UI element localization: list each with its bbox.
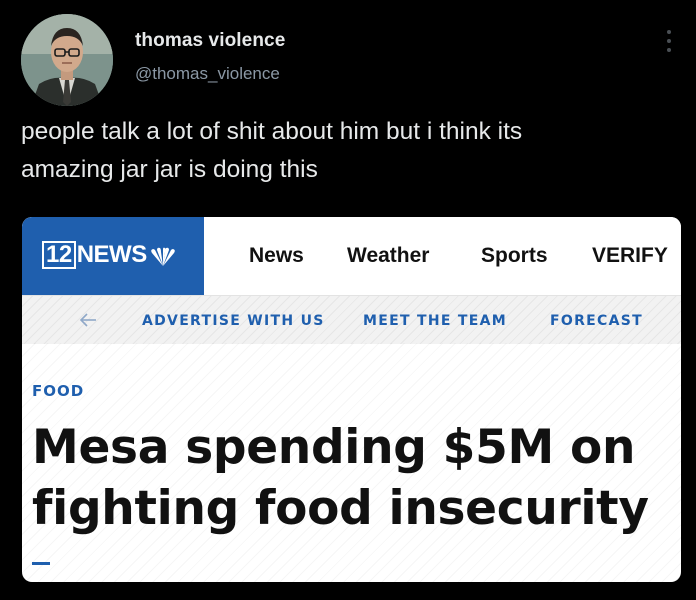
peacock-icon (151, 247, 175, 266)
more-vertical-icon[interactable] (662, 26, 676, 56)
avatar[interactable] (21, 14, 113, 106)
subnav-advertise[interactable]: ADVERTISE WITH US (142, 313, 325, 329)
back-arrow-icon[interactable] (78, 312, 98, 328)
article-category[interactable]: FOOD (32, 382, 84, 400)
subnav-forecast[interactable]: FORECAST (550, 313, 643, 329)
avatar-photo-icon (21, 14, 113, 106)
tweet-text: people talk a lot of shit about him but … (21, 118, 523, 183)
display-name[interactable]: thomas violence (135, 30, 285, 52)
nav-weather[interactable]: Weather (347, 244, 429, 268)
user-handle[interactable]: @thomas_violence (135, 64, 280, 84)
logo-word: NEWS (76, 241, 148, 268)
nav-sports[interactable]: Sports (481, 244, 548, 268)
nav-verify[interactable]: VERIFY (592, 244, 668, 268)
subnav-meet-the-team[interactable]: MEET THE TEAM (363, 313, 507, 329)
headline-divider (32, 562, 50, 565)
sub-navigation: ADVERTISE WITH US MEET THE TEAM FORECAST (22, 295, 681, 344)
site-logo[interactable]: 12 NEWS (22, 217, 204, 295)
embedded-image-card[interactable]: 12 NEWS News Weather Sports VERIFY ADVER… (22, 217, 681, 582)
nav-news[interactable]: News (249, 244, 304, 268)
tweet-screenshot: thomas violence @thomas_violence people … (0, 0, 696, 600)
logo-number: 12 (42, 241, 76, 269)
news-site-header: 12 NEWS News Weather Sports VERIFY (22, 217, 681, 295)
article-headline: Mesa spending $5M on fighting food insec… (32, 420, 649, 536)
